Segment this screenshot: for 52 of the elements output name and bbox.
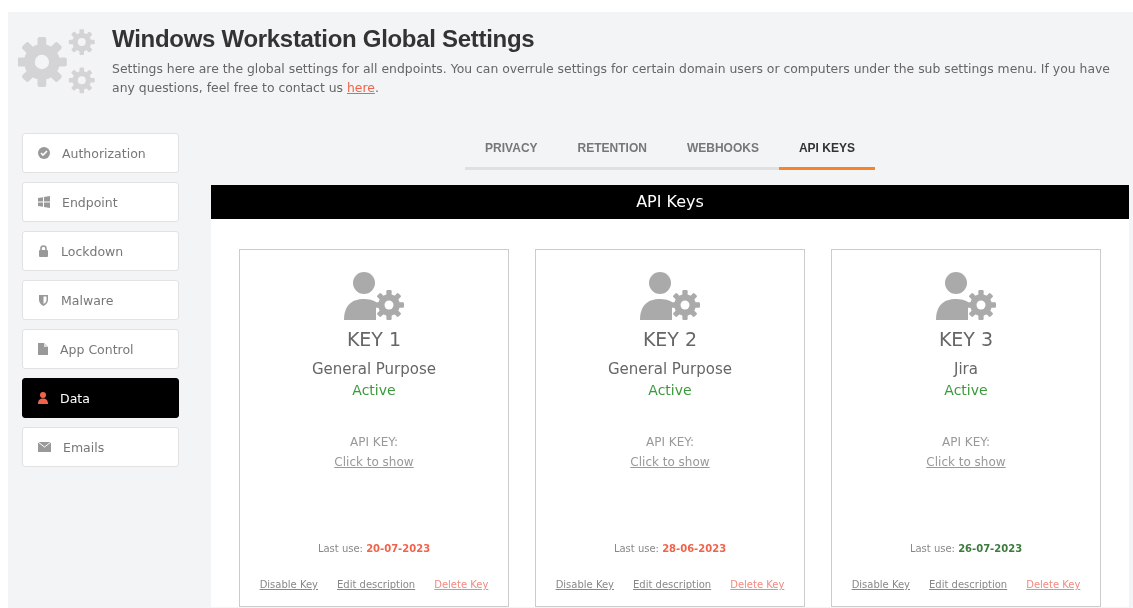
sidebar-item[interactable]: Data [22,378,179,418]
page-description: Settings here are the global settings for all endpoints. You can overrule settings for certain domain users or computers under the sub settings menu. If you have any questions, feel free to contact us here. [112,60,1111,97]
user-gear-icon [344,272,404,320]
api-key-label: API KEY: [350,435,398,449]
shield-icon [38,294,49,306]
key-description: Jira [954,360,978,378]
tab[interactable]: WEBHOOKS [666,141,779,170]
last-use-text: Last use: 28-06-2023 [613,543,727,554]
key-description: General Purpose [311,360,437,378]
edit-description-link[interactable]: Edit description [929,579,1008,590]
key-status: Active [352,382,396,398]
delete-key-link[interactable]: Delete Key [730,579,785,590]
edit-description-link[interactable]: Edit description [633,579,712,590]
delete-key-link[interactable]: Delete Key [1026,579,1081,590]
panel-title-bar: API Keys [211,185,1129,219]
file-icon [38,343,48,355]
user-gear-icon [640,272,700,320]
show-key-link[interactable]: Click to show [334,455,414,469]
last-use-text: Last use: 26-07-2023 [909,543,1023,554]
page-title: Windows Workstation Global Settings [112,24,536,54]
disable-key-link[interactable]: Disable Key [555,579,615,590]
user-gear-icon [936,272,996,320]
disable-key-link[interactable]: Disable Key [851,579,911,590]
user-icon [38,392,48,404]
last-use-text: Last use: 20-07-2023 [317,543,431,554]
sidebar-item[interactable]: Authorization [22,133,179,173]
edit-description-link[interactable]: Edit description [337,579,416,590]
show-key-link[interactable]: Click to show [630,455,710,469]
tab[interactable]: RETENTION [557,141,667,170]
sidebar-item[interactable]: Lockdown [22,231,179,271]
tab[interactable]: API KEYS [778,141,875,170]
lock-icon [38,245,49,257]
key-description: General Purpose [607,360,733,378]
key-name: KEY 2 [642,328,698,350]
key-status: Active [944,382,988,398]
contact-link[interactable]: here [346,80,375,95]
sidebar-item[interactable]: Malware [22,280,179,320]
sidebar-item[interactable]: Emails [22,427,179,467]
show-key-link[interactable]: Click to show [926,455,1006,469]
disable-key-link[interactable]: Disable Key [259,579,319,590]
key-name: KEY 1 [346,328,402,350]
envelope-icon [38,442,51,452]
delete-key-link[interactable]: Delete Key [434,579,489,590]
api-key-label: API KEY: [646,435,694,449]
sidebar-item[interactable]: App Control [22,329,179,369]
api-key-label: API KEY: [942,435,990,449]
key-status: Active [648,382,692,398]
check-circle-icon [38,147,50,159]
windows-icon [38,196,50,208]
key-name: KEY 3 [938,328,994,350]
sidebar-item[interactable]: Endpoint [22,182,179,222]
tab[interactable]: PRIVACY [465,141,558,170]
